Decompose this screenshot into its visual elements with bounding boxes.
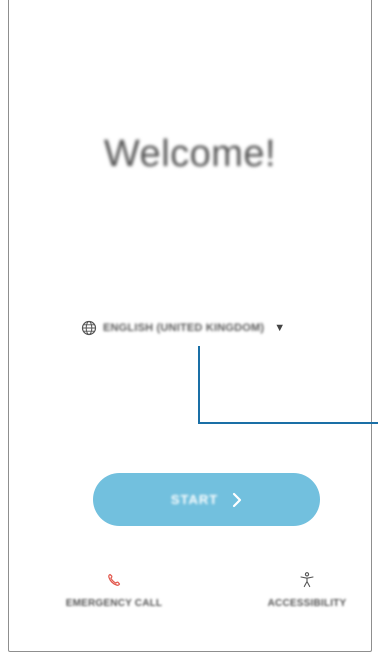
language-label: ENGLISH (UNITED KINGDOM) bbox=[103, 322, 265, 334]
chevron-right-icon bbox=[233, 492, 242, 507]
callout-line bbox=[198, 346, 378, 424]
start-button[interactable]: START bbox=[93, 473, 320, 526]
accessibility-icon bbox=[300, 572, 314, 588]
globe-icon bbox=[81, 320, 97, 336]
emergency-call-label: EMERGENCY CALL bbox=[65, 598, 163, 609]
welcome-title: Welcome! bbox=[103, 133, 277, 175]
caret-down-icon: ▼ bbox=[274, 322, 286, 334]
device-screen: Welcome! ENGLISH (UNITED KINGDOM) ▼ STAR… bbox=[8, 0, 372, 652]
accessibility-button[interactable]: ACCESSIBILITY bbox=[232, 572, 379, 609]
start-label: START bbox=[170, 492, 219, 507]
accessibility-label: ACCESSIBILITY bbox=[267, 598, 347, 609]
language-selector[interactable]: ENGLISH (UNITED KINGDOM) ▼ bbox=[81, 318, 285, 338]
emergency-call-button[interactable]: EMERGENCY CALL bbox=[39, 572, 189, 609]
phone-icon bbox=[108, 573, 121, 586]
